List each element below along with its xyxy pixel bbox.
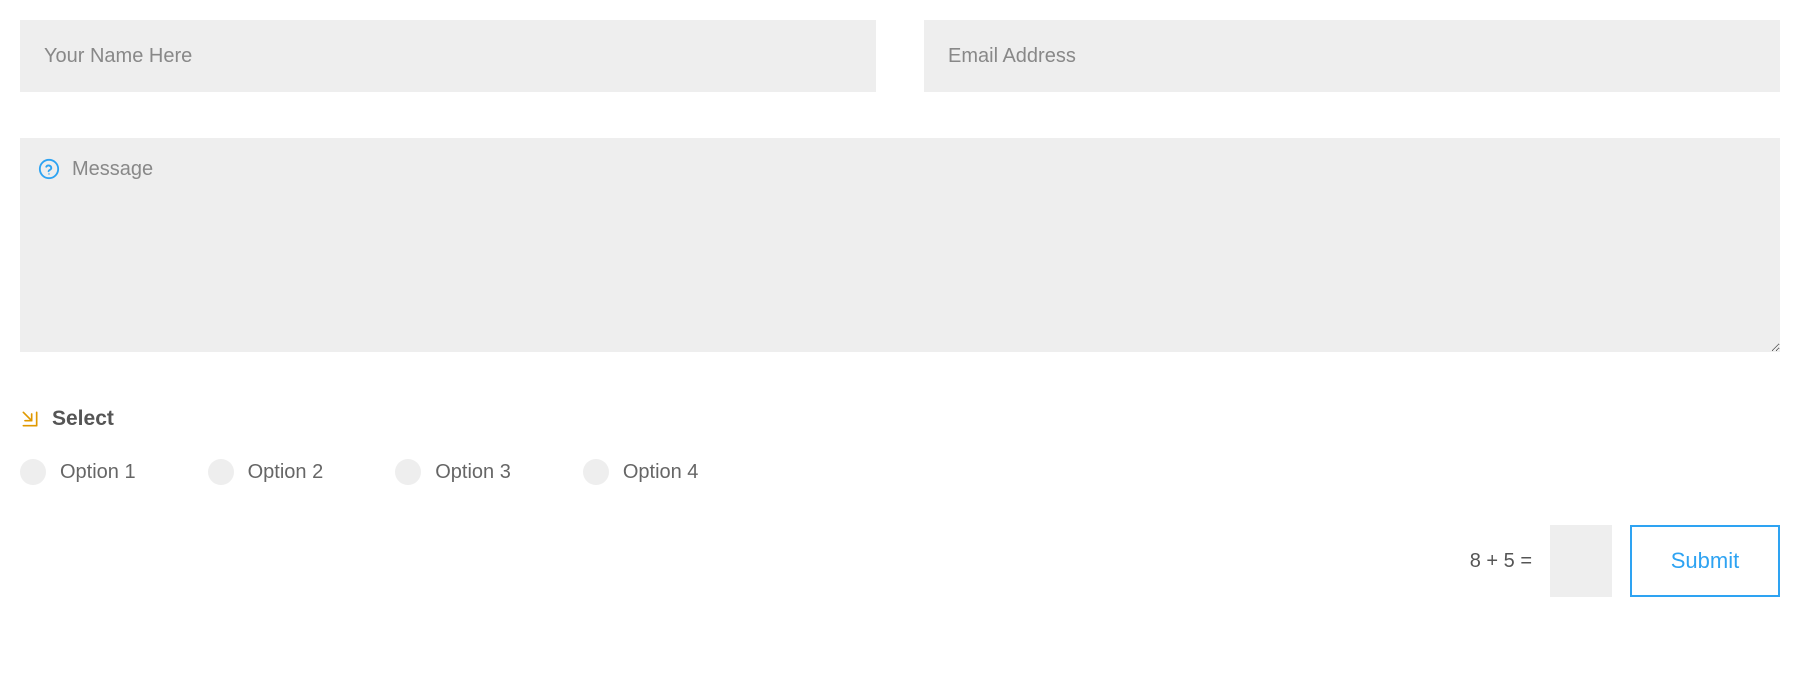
radio-icon: [395, 459, 421, 485]
radio-icon: [583, 459, 609, 485]
submit-row: 8 + 5 = Submit: [20, 525, 1780, 597]
name-field-wrapper: [20, 20, 876, 92]
option-3[interactable]: Option 3: [395, 459, 511, 485]
select-header: Select: [20, 407, 1780, 431]
email-input[interactable]: [924, 20, 1780, 92]
captcha-question: 8 + 5 =: [1470, 550, 1532, 573]
radio-icon: [208, 459, 234, 485]
name-email-row: [20, 20, 1780, 92]
contact-form: Select Option 1 Option 2 Option 3 Option…: [20, 20, 1780, 597]
name-input[interactable]: [20, 20, 876, 92]
option-4[interactable]: Option 4: [583, 459, 699, 485]
submit-button[interactable]: Submit: [1630, 525, 1780, 597]
radio-icon: [20, 459, 46, 485]
option-2[interactable]: Option 2: [208, 459, 324, 485]
expand-icon: [20, 409, 40, 429]
option-label: Option 1: [60, 461, 136, 484]
options-row: Option 1 Option 2 Option 3 Option 4: [20, 459, 1780, 485]
select-label: Select: [52, 407, 114, 431]
select-section: Select Option 1 Option 2 Option 3 Option…: [20, 407, 1780, 485]
option-label: Option 2: [248, 461, 324, 484]
option-label: Option 4: [623, 461, 699, 484]
captcha-input[interactable]: [1550, 525, 1612, 597]
email-field-wrapper: [924, 20, 1780, 92]
message-field-wrapper: [20, 138, 1780, 357]
option-1[interactable]: Option 1: [20, 459, 136, 485]
message-textarea[interactable]: [20, 138, 1780, 352]
option-label: Option 3: [435, 461, 511, 484]
